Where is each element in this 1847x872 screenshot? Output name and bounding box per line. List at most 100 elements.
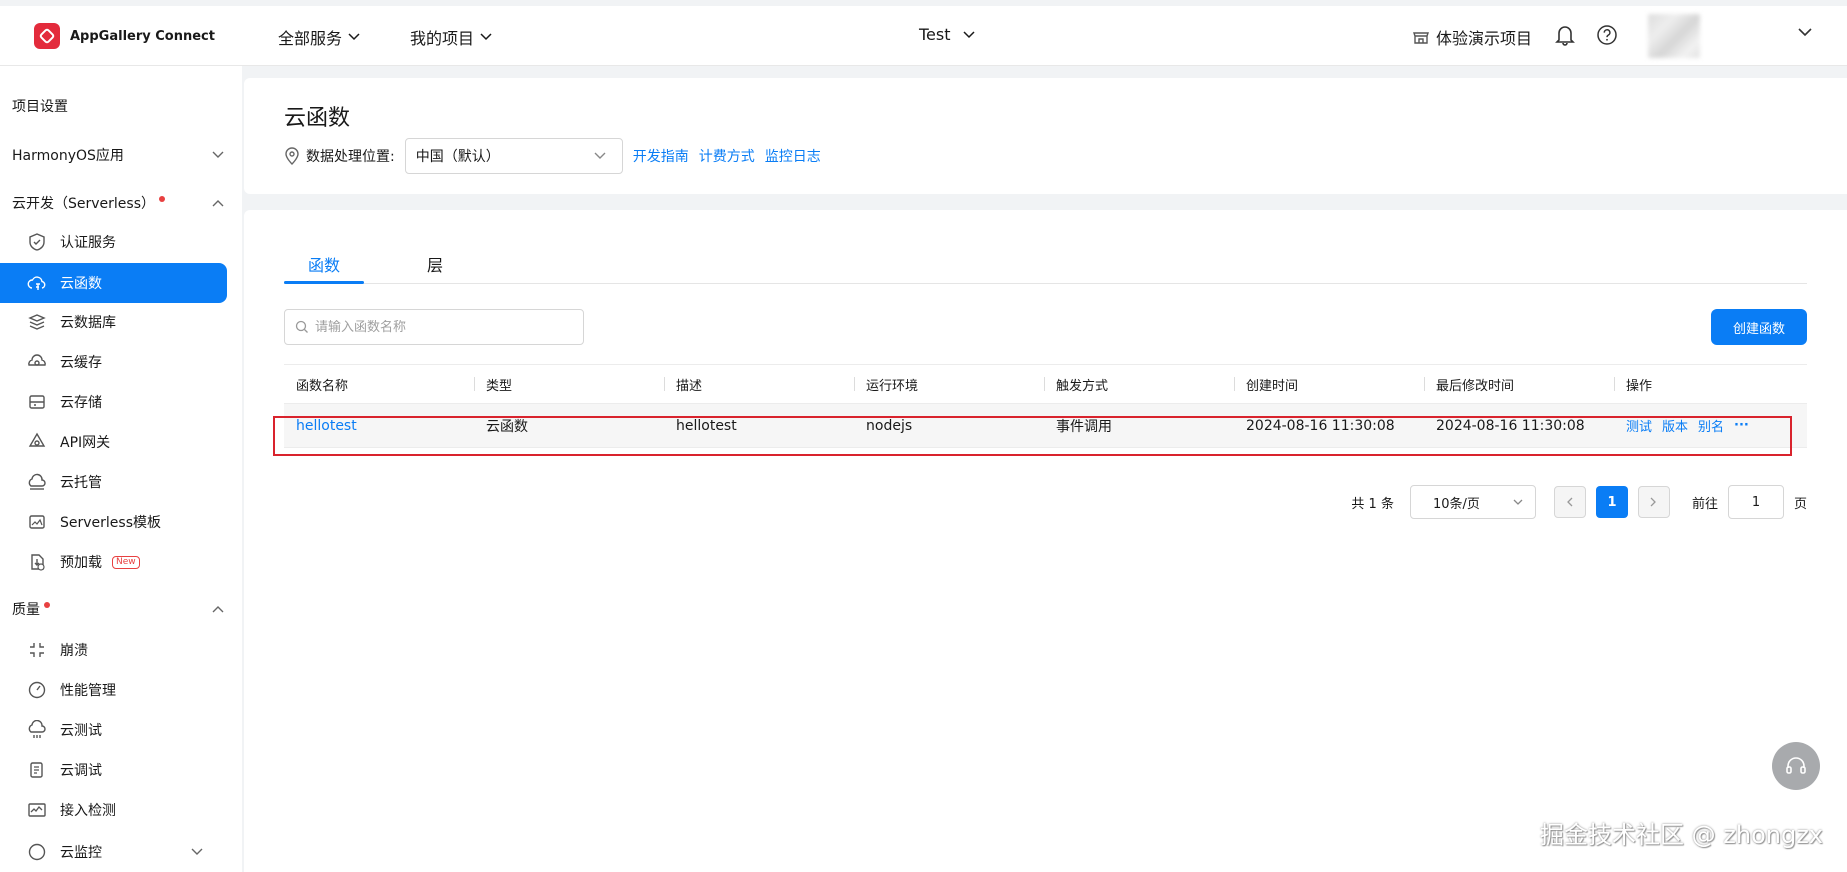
function-table: 函数名称 类型 描述 运行环境 触发方式 创建时间 最后修改时间 操作 hell… (284, 364, 1807, 448)
column-header: 描述 (664, 375, 854, 394)
sidebar-group-label: 云开发（Serverless） (12, 196, 156, 212)
preload-icon (26, 551, 48, 573)
sidebar-item-cloud-monitor[interactable]: 云监控 (0, 832, 227, 872)
my-projects-menu[interactable]: 我的项目 (410, 25, 492, 49)
chevron-up-icon (212, 199, 224, 207)
search-icon (295, 320, 309, 334)
dev-guide-link[interactable]: 开发指南 (633, 146, 689, 166)
tab-divider (284, 283, 1807, 284)
demo-store-icon (1412, 29, 1430, 45)
chevron-down-icon (191, 848, 203, 856)
page-suffix: 页 (1793, 496, 1807, 512)
sidebar-item-performance[interactable]: 性能管理 (0, 670, 227, 710)
chevron-down-icon (480, 33, 492, 41)
all-services-menu[interactable]: 全部服务 (278, 25, 360, 49)
sidebar-item-cloud-cache[interactable]: 云缓存 (0, 342, 227, 382)
help-icon[interactable] (1596, 24, 1618, 46)
crash-icon (26, 639, 48, 661)
current-page-button[interactable]: 1 (1595, 486, 1628, 518)
top-bar: AppGallery Connect 全部服务 我的项目 Test 体验演示项目 (0, 6, 1847, 66)
monitor-log-link[interactable]: 监控日志 (765, 146, 821, 166)
tab-bar: 函数 层 (284, 242, 1847, 284)
function-list-card: 函数 层 创建函数 函数名称 类型 描述 运行环境 触发方式 创建时间 最后修改… (244, 210, 1847, 872)
goto-page-input[interactable] (1727, 485, 1784, 519)
database-icon (26, 311, 48, 333)
sidebar-item-access-check[interactable]: 接入检测 (0, 790, 227, 830)
search-input[interactable] (315, 319, 565, 335)
brand[interactable]: AppGallery Connect (34, 23, 215, 49)
cloud-test-icon (26, 719, 48, 741)
sidebar-item-label: 云调试 (60, 763, 102, 779)
location-pin-icon (284, 147, 300, 165)
sidebar-group-label: HarmonyOS应用 (12, 148, 124, 164)
sidebar-item-label: 云函数 (60, 276, 102, 292)
sidebar-item-label: Serverless模板 (60, 515, 162, 531)
total-count: 共 1 条 (1351, 496, 1394, 512)
next-page-button[interactable] (1637, 486, 1670, 518)
sidebar-group-quality[interactable]: 质量 (12, 597, 224, 621)
data-location-row: 数据处理位置: 中国（默认） 开发指南 计费方式 监控日志 (284, 138, 821, 174)
sidebar-item-auth[interactable]: 认证服务 (0, 222, 227, 262)
project-switcher[interactable]: Test (919, 25, 975, 44)
notification-dot (159, 196, 166, 202)
row-actions: 测试 版本 别名 ··· (1614, 416, 1807, 435)
tab-layers[interactable]: 层 (427, 252, 443, 276)
function-modified-time: 2024-08-16 11:30:08 (1436, 417, 1585, 434)
column-header: 最后修改时间 (1424, 375, 1614, 394)
sidebar-item-api-gateway[interactable]: API网关 (0, 422, 227, 462)
active-tab-indicator (284, 281, 364, 284)
location-label: 数据处理位置: (306, 149, 395, 165)
test-action-link[interactable]: 测试 (1626, 416, 1652, 435)
customer-service-button[interactable] (1772, 742, 1820, 790)
alias-action-link[interactable]: 别名 (1698, 416, 1724, 435)
sidebar-item-label: 崩溃 (60, 643, 88, 659)
column-header: 操作 (1614, 375, 1807, 394)
page-size-select[interactable]: 10条/页 (1409, 485, 1536, 519)
chevron-up-icon (212, 605, 224, 613)
create-function-button[interactable]: 创建函数 (1711, 309, 1807, 345)
demo-project-link[interactable]: 体验演示项目 (1412, 25, 1532, 49)
sidebar-item-label: API网关 (60, 435, 111, 451)
sidebar-item-cloud-hosting[interactable]: 云托管 (0, 462, 227, 502)
sidebar-item-label: 云存储 (60, 395, 102, 411)
function-type: 云函数 (486, 418, 528, 435)
sidebar-item-cloud-storage[interactable]: 云存储 (0, 382, 227, 422)
version-action-link[interactable]: 版本 (1662, 416, 1688, 435)
column-header: 类型 (474, 375, 664, 394)
sidebar-item-serverless-template[interactable]: Serverless模板 (0, 502, 227, 542)
sidebar-item-cloud-test[interactable]: 云测试 (0, 710, 227, 750)
sidebar-item-cloud-debug[interactable]: 云调试 (0, 750, 227, 790)
appgallery-logo-icon (34, 23, 60, 49)
chevron-down-icon (212, 151, 224, 159)
watermark: 掘金技术社区 @ zhongzx (1540, 821, 1823, 849)
function-search (284, 309, 584, 345)
location-select[interactable]: 中国（默认） (404, 138, 623, 174)
sidebar-item-label: 性能管理 (60, 683, 116, 699)
avatar[interactable] (1648, 14, 1700, 58)
sidebar-item-preload[interactable]: 预加载 New (0, 542, 227, 582)
sidebar-item-crash[interactable]: 崩溃 (0, 630, 227, 670)
template-icon (26, 511, 48, 533)
sidebar-group-serverless[interactable]: 云开发（Serverless） (12, 191, 224, 215)
sidebar-item-cloud-function[interactable]: 云函数 (0, 263, 227, 303)
tab-functions[interactable]: 函数 (308, 252, 340, 276)
monitor-icon (26, 799, 48, 821)
sidebar-item-label: 预加载 (60, 555, 102, 571)
bell-icon[interactable] (1555, 24, 1575, 46)
sidebar-item-label: 云数据库 (60, 315, 116, 331)
storage-icon (26, 391, 48, 413)
sidebar-item-label: 云托管 (60, 475, 102, 491)
chevron-down-icon[interactable] (1798, 28, 1812, 37)
function-name-link[interactable]: hellotest (284, 418, 474, 434)
prev-page-button[interactable] (1553, 486, 1586, 518)
sidebar-project-settings[interactable]: 项目设置 (12, 94, 224, 118)
more-actions-button[interactable]: ··· (1734, 418, 1749, 433)
sidebar-item-cloud-db[interactable]: 云数据库 (0, 302, 227, 342)
shield-icon (26, 231, 48, 253)
chevron-down-icon (594, 152, 606, 160)
table-header: 函数名称 类型 描述 运行环境 触发方式 创建时间 最后修改时间 操作 (284, 364, 1807, 404)
billing-link[interactable]: 计费方式 (699, 146, 755, 166)
sidebar-group-harmonyos[interactable]: HarmonyOS应用 (12, 143, 224, 167)
column-header: 触发方式 (1044, 375, 1234, 394)
sidebar-group-label: 质量 (12, 602, 40, 618)
